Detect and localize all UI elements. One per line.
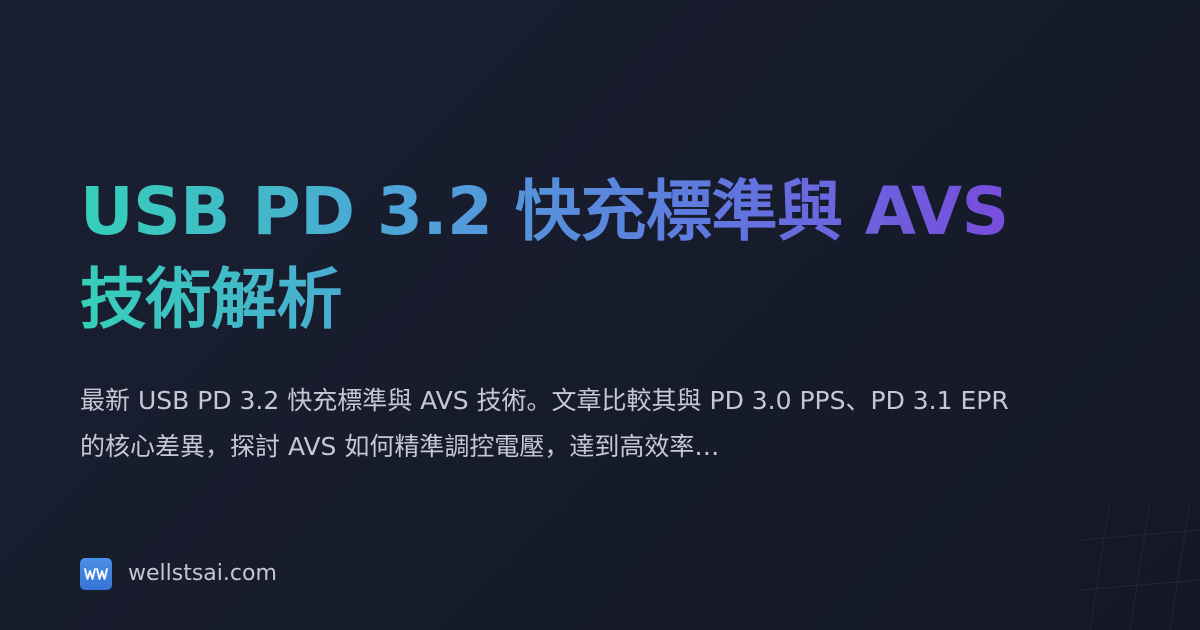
site-brand[interactable]: wellstsai.com [80, 557, 277, 591]
page-description: 最新 USB PD 3.2 快充標準與 AVS 技術。文章比較其與 PD 3.0… [80, 386, 1009, 461]
grid-decoration [1080, 500, 1200, 630]
site-domain: wellstsai.com [128, 561, 277, 586]
page-title: USB PD 3.2 快充標準與 AVS 技術解析 [80, 168, 1040, 344]
og-card: USB PD 3.2 快充標準與 AVS 技術解析 最新 USB PD 3.2 … [0, 0, 1200, 630]
ww-logo-icon [80, 558, 112, 590]
